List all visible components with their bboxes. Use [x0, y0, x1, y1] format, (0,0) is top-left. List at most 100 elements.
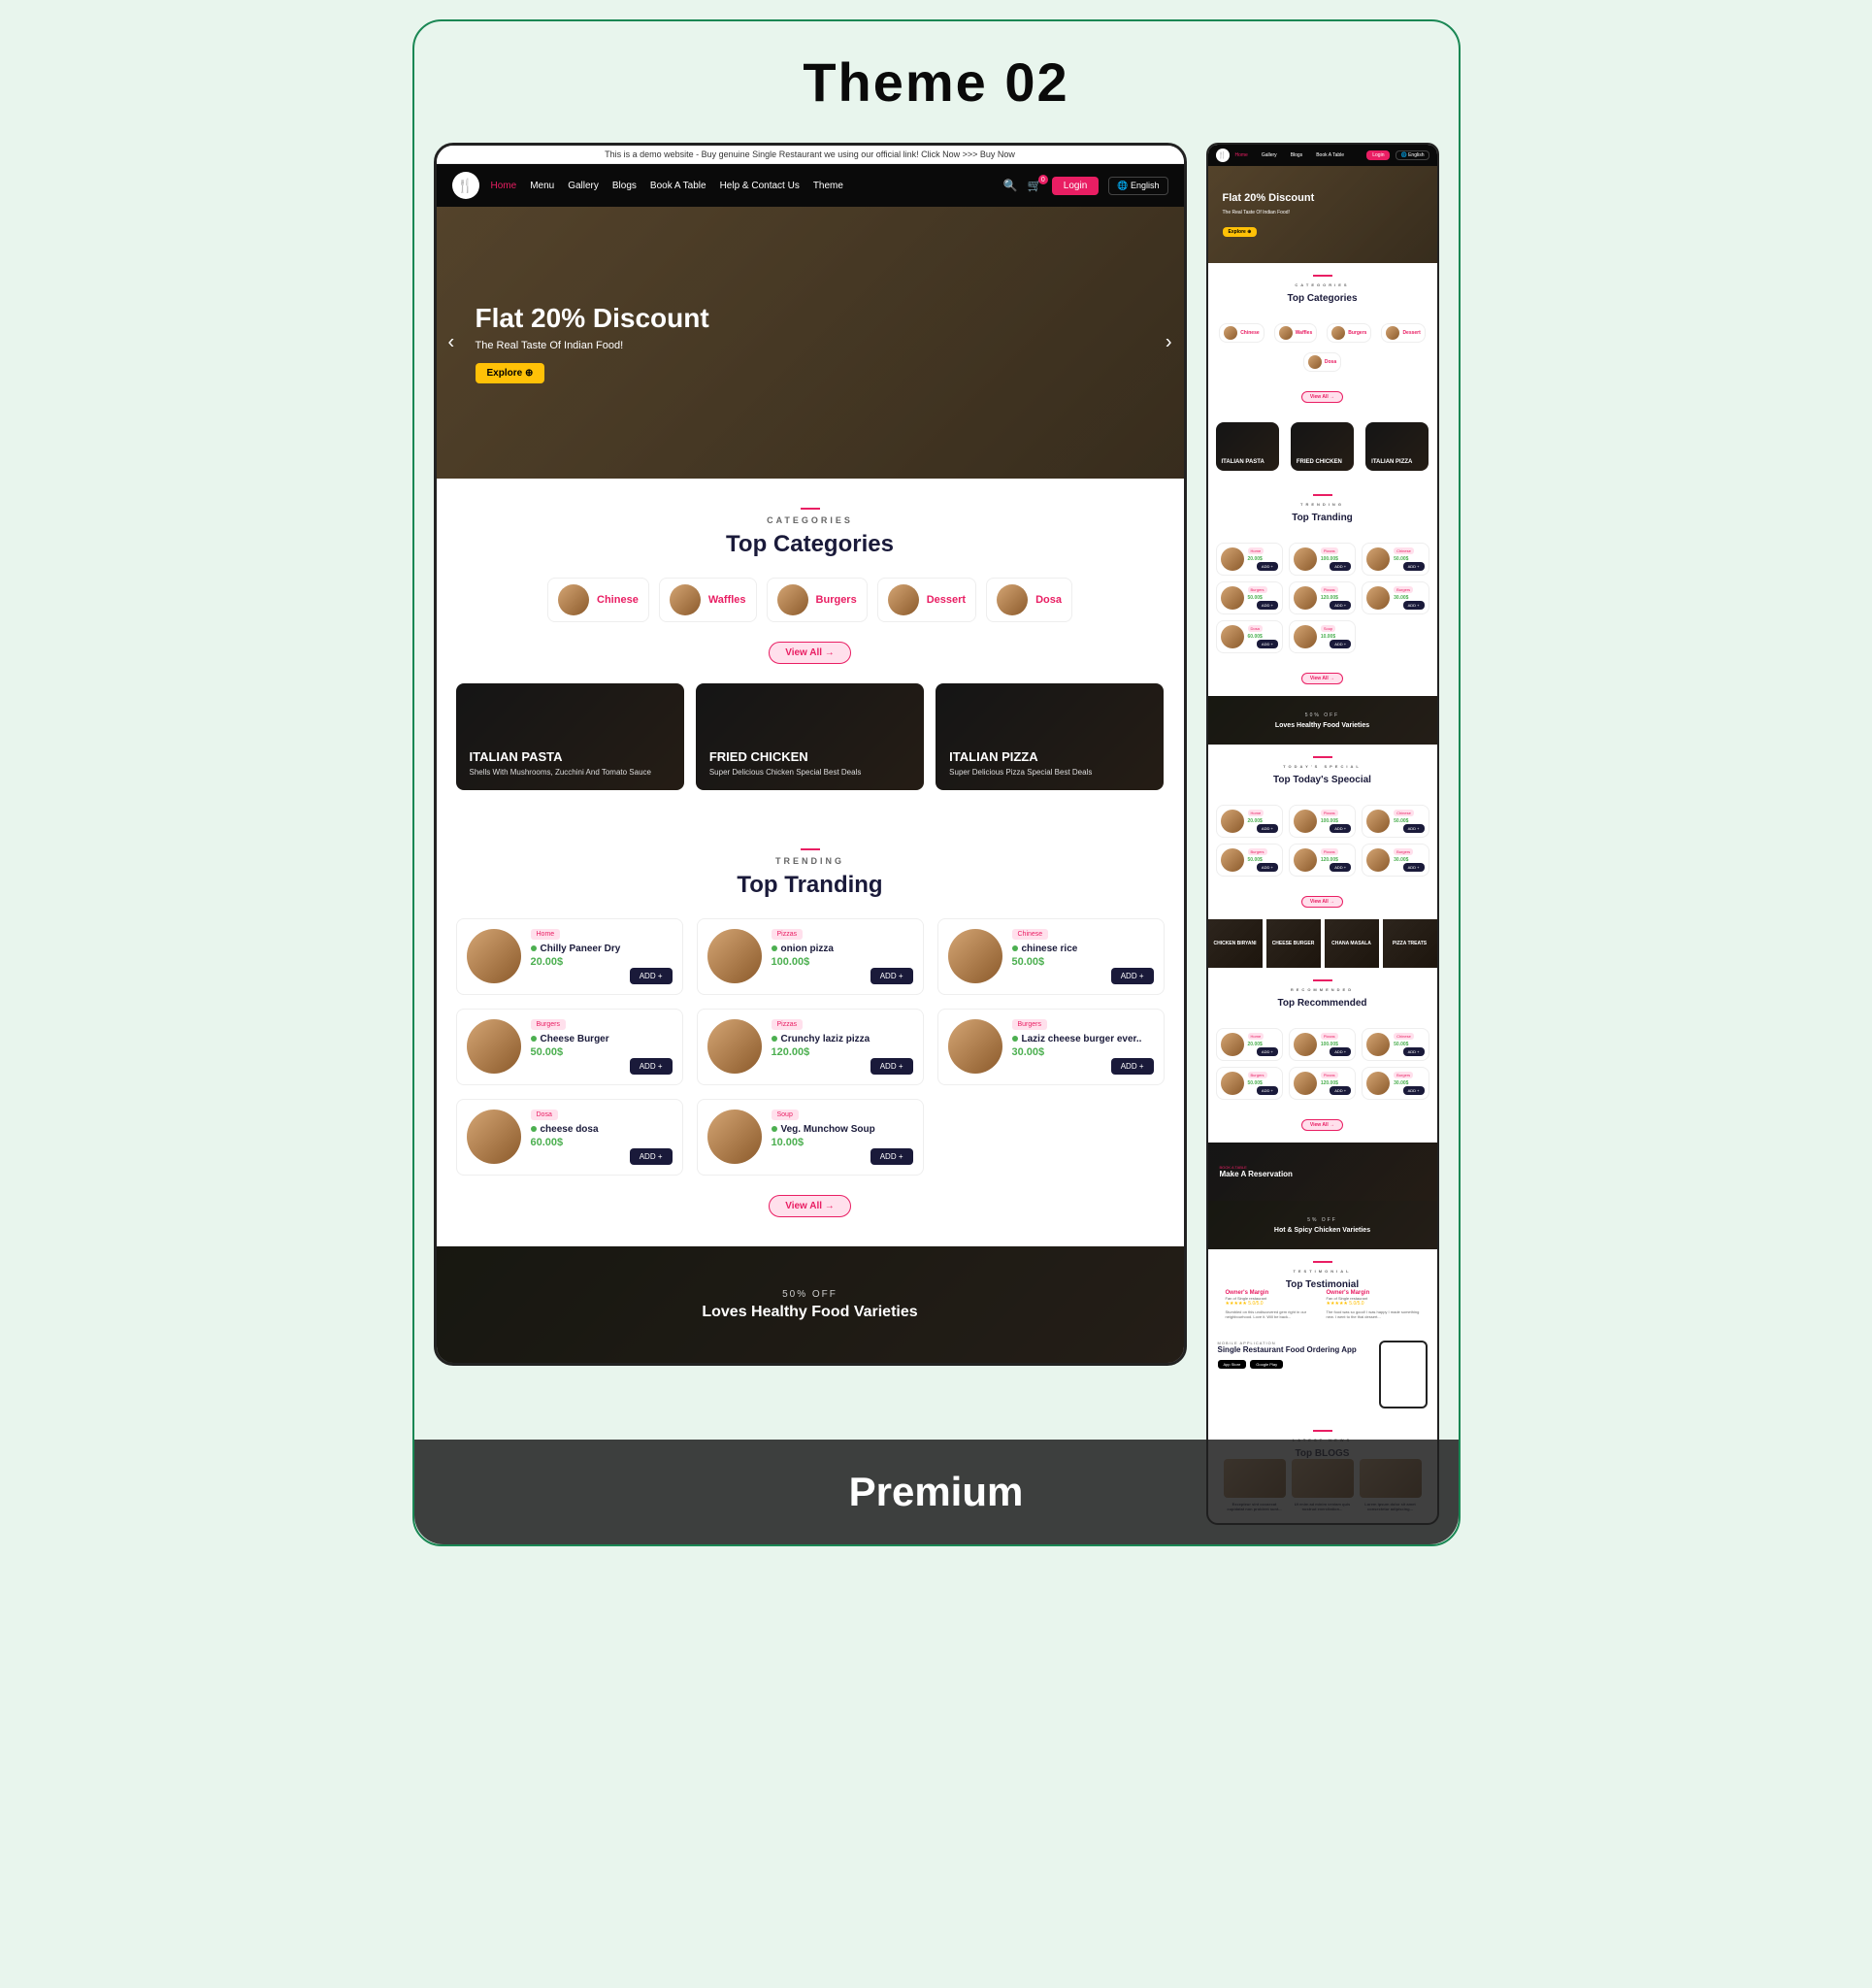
category-image: [888, 584, 919, 615]
add-button[interactable]: ADD +: [870, 1058, 913, 1075]
product-card[interactable]: SoupVeg. Munchow Soup10.00$ADD +: [697, 1099, 924, 1176]
app-promo: MOBILE APPLICATIONSingle Restaurant Food…: [1208, 1331, 1437, 1418]
nav-menu[interactable]: Menu: [530, 181, 554, 191]
product-image: [467, 1019, 521, 1074]
product-price: 50.00$: [1012, 956, 1154, 968]
product-tag: Home: [531, 929, 561, 940]
play-store-button[interactable]: Google Play: [1250, 1360, 1283, 1369]
product-name: cheese dosa: [531, 1124, 673, 1135]
category-item[interactable]: Chinese: [547, 578, 649, 622]
view-all-button[interactable]: View All →: [769, 642, 851, 664]
demo-banner[interactable]: This is a demo website - Buy genuine Sin…: [437, 146, 1184, 164]
theme-title: Theme 02: [434, 50, 1439, 114]
reservation-banner[interactable]: BOOK A TABLEMake A Reservation: [1208, 1143, 1437, 1201]
feature-title: ITALIAN PIZZA: [949, 749, 1150, 764]
nav-theme[interactable]: Theme: [813, 181, 843, 191]
feature-cards: ITALIAN PASTAShells With Mushrooms, Zucc…: [456, 683, 1165, 790]
product-card[interactable]: BurgersCheese Burger50.00$ADD +: [456, 1009, 683, 1085]
category-item[interactable]: Burgers: [767, 578, 868, 622]
category-item[interactable]: Waffles: [659, 578, 757, 622]
product-name: Veg. Munchow Soup: [772, 1124, 913, 1135]
product-price: 20.00$: [531, 956, 673, 968]
category-name: Dosa: [1035, 594, 1062, 606]
nav-gallery[interactable]: Gallery: [568, 181, 599, 191]
product-price: 50.00$: [531, 1046, 673, 1058]
header: 🍴 HomeGalleryBlogsBook A Table Login 🌐 E…: [1208, 145, 1437, 166]
category-image: [777, 584, 808, 615]
banner-discount: 50% OFF: [782, 1289, 837, 1300]
section-title: Top Tranding: [456, 872, 1165, 899]
logo-icon[interactable]: 🍴: [1216, 149, 1230, 162]
hero-section: Flat 20% Discount The Real Taste Of Indi…: [1208, 166, 1437, 263]
hero-subtitle: The Real Taste Of Indian Food!: [476, 340, 1145, 351]
testimonial-card: Owner's MarginFan of Single restaurant★★…: [1226, 1290, 1319, 1319]
explore-button[interactable]: Explore ⊕: [1223, 227, 1258, 237]
search-icon[interactable]: 🔍: [1003, 179, 1018, 192]
product-card[interactable]: Dosa cheese dosa 60.00$ADD +: [456, 1099, 683, 1176]
login-button[interactable]: Login: [1366, 150, 1390, 160]
add-button[interactable]: ADD +: [870, 1148, 913, 1165]
product-card[interactable]: Chinesechinese rice50.00$ADD +: [937, 918, 1165, 995]
product-tag: Pizzas: [772, 929, 804, 940]
gallery-item[interactable]: PIZZA TREATS: [1383, 919, 1437, 968]
add-button[interactable]: ADD +: [630, 1148, 673, 1165]
cart-icon[interactable]: 🛒0: [1028, 179, 1042, 192]
category-image: [997, 584, 1028, 615]
product-name: onion pizza: [772, 944, 913, 954]
gallery-item[interactable]: CHEESE BURGER: [1266, 919, 1321, 968]
carousel-next-icon[interactable]: ›: [1166, 332, 1172, 354]
nav-blogs[interactable]: Blogs: [612, 181, 637, 191]
cart-badge: 0: [1038, 175, 1048, 184]
product-name: Laziz cheese burger ever..: [1012, 1034, 1154, 1044]
view-all-button[interactable]: View All →: [769, 1195, 851, 1217]
add-button[interactable]: ADD +: [1111, 1058, 1154, 1075]
category-image: [670, 584, 701, 615]
language-selector[interactable]: 🌐 English: [1108, 177, 1167, 195]
language-selector[interactable]: 🌐 English: [1396, 150, 1429, 160]
section-title: Top Categories: [456, 531, 1165, 558]
gallery-item[interactable]: CHANA MASALA: [1325, 919, 1379, 968]
promo-banner: 50% OFF Loves Healthy Food Varieties: [437, 1246, 1184, 1363]
feature-sub: Super Delicious Chicken Special Best Dea…: [709, 768, 910, 777]
product-tag: Dosa: [531, 1110, 558, 1120]
feature-card[interactable]: FRIED CHICKENSuper Delicious Chicken Spe…: [696, 683, 924, 790]
logo-icon[interactable]: 🍴: [452, 172, 479, 199]
product-card[interactable]: PizzasCrunchy laziz pizza120.00$ADD +: [697, 1009, 924, 1085]
add-button[interactable]: ADD +: [870, 968, 913, 984]
nav-book[interactable]: Book A Table: [650, 181, 706, 191]
nav-home[interactable]: Home: [491, 181, 517, 191]
feature-sub: Shells With Mushrooms, Zucchini And Toma…: [470, 768, 671, 777]
feature-sub: Super Delicious Pizza Special Best Deals: [949, 768, 1150, 777]
category-name: Dessert: [927, 594, 966, 606]
explore-button[interactable]: Explore ⊕: [476, 363, 545, 383]
add-button[interactable]: ADD +: [630, 968, 673, 984]
app-store-button[interactable]: App Store: [1218, 1360, 1247, 1369]
product-image: [467, 929, 521, 983]
gallery-grid: CHICKEN BIRYANI CHEESE BURGER CHANA MASA…: [1208, 919, 1437, 968]
section-label: TRENDING: [456, 848, 1165, 866]
product-price: 60.00$: [531, 1137, 673, 1148]
category-item[interactable]: Dessert: [877, 578, 976, 622]
product-card[interactable]: BurgersLaziz cheese burger ever..30.00$A…: [937, 1009, 1165, 1085]
product-card[interactable]: Pizzasonion pizza100.00$ADD +: [697, 918, 924, 995]
categories-section: CATEGORIES Top Categories Chinese Waffle…: [437, 479, 1184, 819]
header-right: 🔍 🛒0 Login 🌐 English: [1003, 177, 1168, 195]
nav-help[interactable]: Help & Contact Us: [720, 181, 800, 191]
phone-mockup: [1379, 1341, 1428, 1408]
product-price: 30.00$: [1012, 1046, 1154, 1058]
category-item[interactable]: Dosa: [986, 578, 1072, 622]
product-image: [467, 1110, 521, 1164]
product-card[interactable]: HomeChilly Paneer Dry20.00$ADD +: [456, 918, 683, 995]
login-button[interactable]: Login: [1052, 177, 1099, 195]
add-button[interactable]: ADD +: [630, 1058, 673, 1075]
feature-card[interactable]: ITALIAN PASTAShells With Mushrooms, Zucc…: [456, 683, 684, 790]
product-image: [707, 1110, 762, 1164]
products-grid: HomeChilly Paneer Dry20.00$ADD + Pizzas o…: [456, 918, 1165, 1176]
feature-card[interactable]: ITALIAN PIZZA Super Delicious Pizza Speci…: [936, 683, 1164, 790]
product-image: [707, 1019, 762, 1074]
product-tag: Burgers: [531, 1019, 567, 1030]
side-preview: 🍴 HomeGalleryBlogsBook A Table Login 🌐 E…: [1206, 143, 1439, 1525]
carousel-prev-icon[interactable]: ‹: [448, 332, 455, 354]
add-button[interactable]: ADD +: [1111, 968, 1154, 984]
gallery-item[interactable]: CHICKEN BIRYANI: [1208, 919, 1263, 968]
